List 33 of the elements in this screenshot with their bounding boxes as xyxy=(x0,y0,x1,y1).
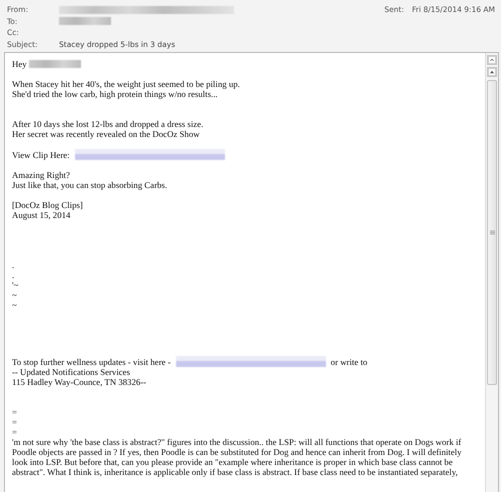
body-text: 115 Hadley Way-Counce, TN 38326-- xyxy=(12,377,146,387)
redacted-link[interactable] xyxy=(176,356,326,367)
body-text: She'd tried the low carb, high protein things w/no results... xyxy=(12,89,218,99)
scrollbar-thumb[interactable] xyxy=(487,80,497,385)
body-text: View Clip Here: xyxy=(12,150,70,160)
body-text: abstract". What I think is, inheritance is applicable only if base class is abstract. If base class need to be instantiated separately, xyxy=(12,467,458,477)
scroll-up-icon[interactable] xyxy=(487,67,497,77)
body-text: Her secret was recently revealed on the DocOz Show xyxy=(12,129,200,139)
body-text: To stop further wellness updates - visit here - xyxy=(12,356,171,366)
body-text: Hey xyxy=(12,59,27,69)
body-text: Poodle objects are passed in ? If yes, then Poodle is can be substituted for Dog and hence can inherit from Dog. I will definitely xyxy=(12,447,462,457)
body-text: Amazing Right? xyxy=(12,170,70,180)
body-text: After 10 days she lost 12-lbs and dropped a dress size. xyxy=(12,119,204,129)
body-text: = xyxy=(12,427,17,437)
body-text: ~ xyxy=(12,300,17,310)
body-text: August 15, 2014 xyxy=(12,210,70,220)
body-text: . xyxy=(12,260,14,270)
body-text: ~ xyxy=(12,290,17,300)
body-text: [DocOz Blog Clips] xyxy=(12,200,83,210)
body-text: = xyxy=(12,407,17,417)
redacted-link[interactable] xyxy=(74,149,225,160)
body-text: look into LSP. But before that, can you please provide an "example where inheritance is proper in which base class cannot be xyxy=(12,457,453,467)
redacted-text xyxy=(28,60,81,68)
body-text: When Stacey hit her 40's, the weight just seemed to be piling up. xyxy=(12,79,240,89)
body-text: = xyxy=(12,417,17,427)
body-text: -- Updated Notifications Services xyxy=(12,367,130,377)
body-text: '~ xyxy=(12,280,18,290)
body-text: or write to xyxy=(330,356,368,366)
body-text: 'm not sure why 'the base class is abstract?" figures into the discussion.. the LSP: will all functions that operate on Dogs work if xyxy=(12,437,462,447)
expand-icon[interactable] xyxy=(487,55,497,65)
body-text: Just like that, you can stop absorbing Carbs. xyxy=(12,180,168,190)
body-text: . xyxy=(12,270,14,280)
redacted-address xyxy=(59,17,111,26)
